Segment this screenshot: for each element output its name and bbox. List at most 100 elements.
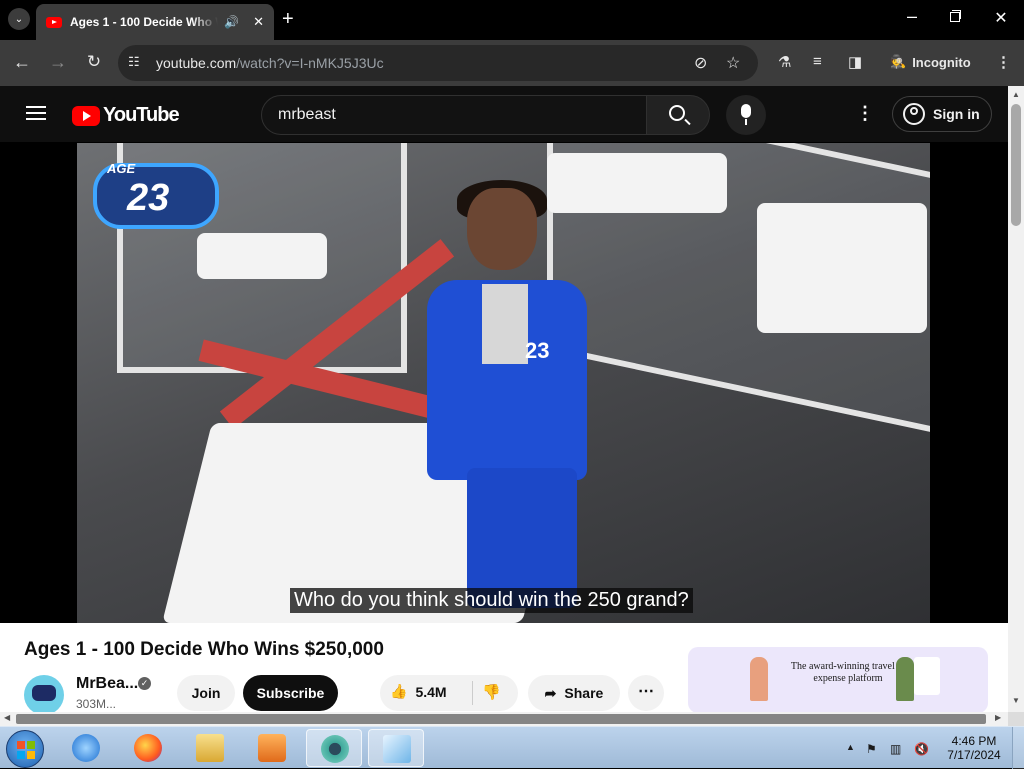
logo-quadrant xyxy=(27,741,35,749)
age-number: 23 xyxy=(127,177,170,219)
close-tab-icon[interactable]: ✕ xyxy=(253,14,264,30)
restore-window-button[interactable] xyxy=(944,9,966,27)
start-button[interactable] xyxy=(6,730,44,768)
windows-logo-icon xyxy=(17,741,35,759)
microphone-icon xyxy=(741,104,751,118)
tab-youtube[interactable]: Ages 1 - 100 Decide Who Wins $250,000 🔊 … xyxy=(36,4,274,40)
tray-expand-icon[interactable]: ▲ xyxy=(846,742,855,752)
vertical-scroll-thumb[interactable] xyxy=(1011,104,1021,226)
settings-menu-icon[interactable]: ⋮ xyxy=(856,103,874,124)
clock-date: 7/17/2024 xyxy=(947,748,1001,762)
taskbar-internet-explorer[interactable] xyxy=(58,729,114,767)
incognito-icon: 🕵 xyxy=(890,54,907,69)
speaker-icon[interactable]: 🔊 xyxy=(224,15,239,29)
age-badge: AGE 23 xyxy=(93,161,219,229)
minimize-window-button[interactable]: – xyxy=(900,6,924,27)
scroll-left-arrow-icon[interactable]: ◀ xyxy=(4,713,10,722)
youtube-logo[interactable]: YouTube xyxy=(72,104,180,127)
contestant-shirt xyxy=(482,284,528,364)
subscriber-count: 303M... xyxy=(76,697,117,711)
search-button[interactable] xyxy=(646,95,710,135)
back-button[interactable]: ← xyxy=(10,52,34,73)
browser-menu-icon[interactable]: ⋮ xyxy=(996,53,1011,71)
scroll-right-arrow-icon[interactable]: ▶ xyxy=(995,713,1001,722)
like-count: 5.4M xyxy=(415,683,447,700)
subscribe-button[interactable]: Subscribe xyxy=(243,675,338,711)
windows-taskbar: ▲ ⚑ ▥ 🔇 4:46 PM 7/17/2024 xyxy=(0,726,1024,769)
forward-button[interactable]: → xyxy=(46,52,70,73)
share-arrow-icon: ➦ xyxy=(544,684,557,701)
media-queue-icon[interactable]: ≡ xyxy=(813,53,822,70)
like-divider xyxy=(472,681,473,705)
more-actions-button[interactable]: ⋯ xyxy=(628,675,664,711)
scroll-up-arrow-icon[interactable]: ▲ xyxy=(1012,90,1020,99)
video-title: Ages 1 - 100 Decide Who Wins $250,000 xyxy=(24,639,384,660)
media-player-icon xyxy=(258,734,286,762)
reload-button[interactable]: ↻ xyxy=(82,52,106,72)
incognito-indicator[interactable]: 🕵 Incognito xyxy=(890,54,971,70)
closed-caption: Who do you think should win the 250 gran… xyxy=(290,588,693,613)
taskbar-file-explorer[interactable] xyxy=(182,729,238,767)
channel-name[interactable]: MrBea... xyxy=(76,675,138,693)
ad-figure xyxy=(896,657,914,701)
action-center-flag-icon[interactable]: ⚑ xyxy=(866,742,877,756)
contestant-pants xyxy=(467,468,577,608)
taskbar-chrome[interactable] xyxy=(306,729,362,767)
youtube-wordmark: YouTube xyxy=(103,104,180,126)
search-query: mrbeast xyxy=(278,106,336,123)
site-info-icon[interactable]: ☷ xyxy=(128,54,146,72)
video-details: Ages 1 - 100 Decide Who Wins $250,000 Mr… xyxy=(0,623,1008,715)
youtube-favicon-icon xyxy=(46,16,62,28)
network-icon[interactable]: ▥ xyxy=(890,742,901,756)
incognito-label: Incognito xyxy=(912,54,971,70)
scroll-down-arrow-icon[interactable]: ▼ xyxy=(1012,696,1020,705)
url-text[interactable]: youtube.com/watch?v=I-nMKJ5J3Uc xyxy=(156,55,384,71)
chevron-down-icon: ⌄ xyxy=(14,13,24,25)
join-button[interactable]: Join xyxy=(177,675,235,711)
guide-menu-icon[interactable] xyxy=(26,106,46,120)
horizontal-scroll-thumb[interactable] xyxy=(16,714,986,724)
like-dislike-group: 👍 5.4M 👎 xyxy=(380,675,518,711)
volume-muted-icon[interactable]: 🔇 xyxy=(914,742,929,756)
labs-flask-icon[interactable]: ⚗ xyxy=(778,53,791,71)
sign-in-button[interactable]: Sign in xyxy=(892,96,992,132)
search-icon xyxy=(669,105,685,121)
internet-explorer-icon xyxy=(72,734,100,762)
ad-banner[interactable]: The award-winning travel & expense platf… xyxy=(688,647,988,713)
browser-toolbar: ← → ↻ ☷ youtube.com/watch?v=I-nMKJ5J3Uc … xyxy=(0,40,1024,86)
sign-in-label: Sign in xyxy=(933,106,980,122)
show-desktop-button[interactable] xyxy=(1012,727,1024,769)
channel-avatar[interactable] xyxy=(24,675,64,715)
search-input[interactable]: mrbeast xyxy=(261,95,647,135)
share-button[interactable]: ➦ Share xyxy=(528,675,620,711)
taskbar-firefox[interactable] xyxy=(120,729,176,767)
youtube-header: YouTube mrbeast ⋮ Sign in xyxy=(0,86,1008,142)
contestant-head xyxy=(467,188,537,270)
address-bar[interactable]: ☷ youtube.com/watch?v=I-nMKJ5J3Uc ⊘ ☆ xyxy=(118,45,758,81)
jacket-number: 23 xyxy=(525,338,550,363)
like-button[interactable]: 👍 5.4M xyxy=(390,683,447,700)
clock-time: 4:46 PM xyxy=(951,734,997,748)
microphone-stand xyxy=(745,119,747,125)
dislike-button[interactable]: 👎 xyxy=(482,683,501,701)
taskbar-media-player[interactable] xyxy=(244,729,300,767)
voice-search-button[interactable] xyxy=(726,95,766,135)
tab-strip: ⌄ Ages 1 - 100 Decide Who Wins $250,000 … xyxy=(0,0,1024,40)
vertical-scrollbar[interactable]: ▲ ▼ xyxy=(1008,86,1024,712)
new-tab-button[interactable]: + xyxy=(282,8,294,31)
tab-search-button[interactable]: ⌄ xyxy=(8,8,30,30)
system-clock[interactable]: 4:46 PM 7/17/2024 xyxy=(944,734,1004,762)
taskbar-app[interactable] xyxy=(368,729,424,767)
share-label: Share xyxy=(564,685,604,701)
horizontal-scrollbar[interactable]: ◀ ▶ xyxy=(0,712,1008,726)
youtube-play-icon xyxy=(72,105,100,126)
video-player[interactable]: 23 AGE 23 Who do you think should win th… xyxy=(77,143,930,623)
ad-text: The award-winning travel & expense platf… xyxy=(790,661,906,684)
close-window-button[interactable]: ✕ xyxy=(990,8,1012,28)
eye-slash-icon[interactable]: ⊘ xyxy=(694,53,707,73)
bookmark-star-icon[interactable]: ☆ xyxy=(726,53,740,73)
folder-icon xyxy=(196,734,224,762)
verified-check-icon: ✓ xyxy=(138,677,151,690)
side-panel-icon[interactable]: ◨ xyxy=(848,53,862,71)
chrome-icon xyxy=(321,735,349,763)
